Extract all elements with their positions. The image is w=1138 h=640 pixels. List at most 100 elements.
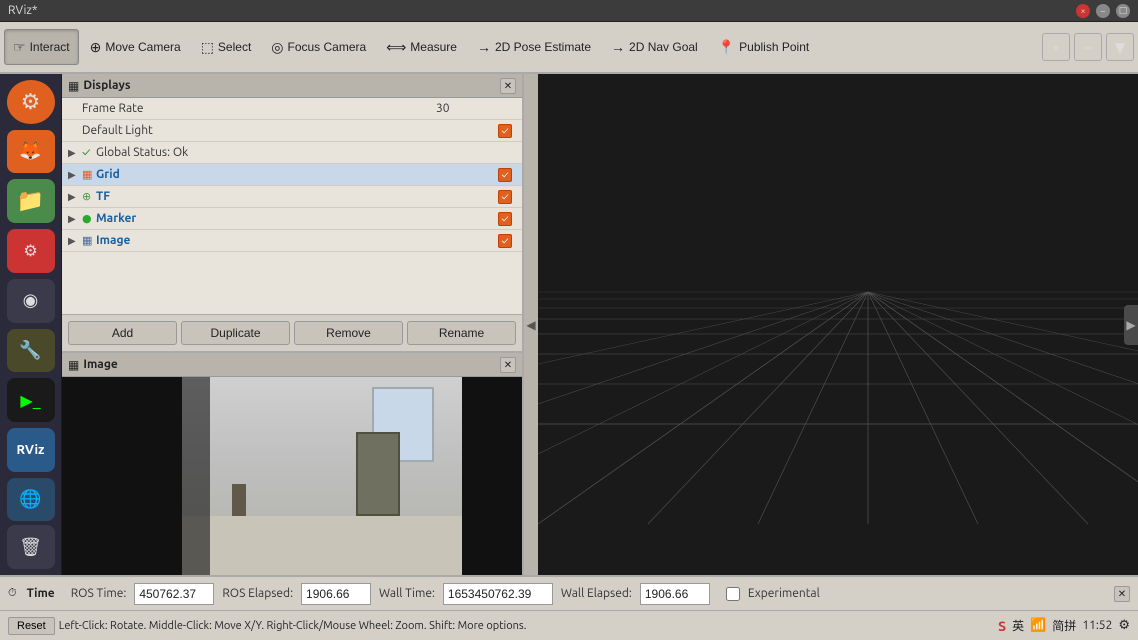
experimental-checkbox[interactable] <box>726 587 740 601</box>
wall-time-label: Wall Time: <box>379 587 435 600</box>
move-camera-button[interactable]: ⊕ Move Camera <box>81 29 190 65</box>
app-icon-chrome[interactable]: ◉ <box>7 279 55 323</box>
move-camera-label: Move Camera <box>105 40 180 54</box>
image-label: Image <box>96 234 498 247</box>
status-help-text: Left-Click: Rotate. Middle-Click: Move X… <box>59 620 994 632</box>
app-icon-files[interactable]: 📁 <box>7 179 55 223</box>
toolbar: ☞ Interact ⊕ Move Camera ⬚ Select ◎ Focu… <box>0 22 1138 74</box>
focus-camera-button[interactable]: ◎ Focus Camera <box>262 29 375 65</box>
displays-panel-header: ▦ Displays ✕ <box>62 74 522 98</box>
tray-icon-lang: 英 <box>1012 617 1024 634</box>
image-black-left <box>62 377 182 575</box>
display-item-tf[interactable]: ▶ ⊕ TF ✓ <box>62 186 522 208</box>
app-icon-tool[interactable]: 🔧 <box>7 329 55 373</box>
remove-button[interactable]: Remove <box>294 321 403 345</box>
displays-panel: ▦ Displays ✕ Frame Rate 30 Default Light… <box>62 74 522 353</box>
display-item-marker[interactable]: ▶ ● Marker ✓ <box>62 208 522 230</box>
app-icon-firefox[interactable]: 🦊 <box>7 130 55 174</box>
publish-point-button[interactable]: 📍 Publish Point <box>709 29 818 65</box>
tray-icon-chinese: 简拼 <box>1052 617 1076 634</box>
app-icon-system[interactable]: ⚙ <box>7 80 55 124</box>
ros-time-input[interactable] <box>134 583 214 605</box>
image-panel-close-button[interactable]: ✕ <box>500 357 516 373</box>
tf-icon: ⊕ <box>82 190 96 203</box>
main-layout: ⚙ 🦊 📁 ⚙ ◉ 🔧 ▶_ RViz 🌐 🗑 ▦ Displays ✕ Fra… <box>0 74 1138 575</box>
image-icon: ▦ <box>82 234 96 247</box>
pose-icon: → <box>477 39 491 55</box>
duplicate-button[interactable]: Duplicate <box>181 321 290 345</box>
globalstatus-checkmark: ✓ <box>82 146 96 159</box>
measure-button[interactable]: ⟺ Measure <box>377 29 466 65</box>
grid-icon: ▦ <box>82 168 96 181</box>
marker-label: Marker <box>96 212 498 225</box>
close-button[interactable]: × <box>1076 4 1090 18</box>
toolbar-right: + – ▼ <box>1042 33 1134 61</box>
experimental-label: Experimental <box>748 587 820 600</box>
tf-checkbox[interactable]: ✓ <box>498 190 512 204</box>
image-checkbox[interactable]: ✓ <box>498 234 512 248</box>
nav-goal-label: 2D Nav Goal <box>629 40 698 54</box>
wall-time-input[interactable] <box>443 583 553 605</box>
image-panel-header: ▦ Image ✕ <box>62 353 522 377</box>
image-black-right <box>472 377 522 575</box>
app-icon-terminal[interactable]: ▶_ <box>7 378 55 422</box>
select-button[interactable]: ⬚ Select <box>192 29 261 65</box>
display-item-framerate: Frame Rate 30 <box>62 98 522 120</box>
clock-display: 11:52 <box>1082 619 1112 632</box>
display-item-image[interactable]: ▶ ▦ Image ✓ <box>62 230 522 252</box>
tf-arrow[interactable]: ▶ <box>68 191 82 203</box>
image-room-view <box>182 377 462 575</box>
image-arrow[interactable]: ▶ <box>68 235 82 247</box>
interact-label: Interact <box>30 40 70 54</box>
focus-icon: ◎ <box>271 39 283 56</box>
app-icon-trash[interactable]: 🗑 <box>7 525 55 569</box>
viewport-right-handle[interactable]: ▶ <box>1124 305 1138 345</box>
tray-settings-icon[interactable]: ⚙ <box>1118 618 1130 633</box>
displays-content: Frame Rate 30 Default Light ✓ ▶ ✓ Global… <box>62 98 522 314</box>
marker-arrow[interactable]: ▶ <box>68 213 82 225</box>
app-sidebar: ⚙ 🦊 📁 ⚙ ◉ 🔧 ▶_ RViz 🌐 🗑 <box>0 74 62 575</box>
3d-viewport[interactable]: ▶ <box>538 74 1138 575</box>
grid-checkbox[interactable]: ✓ <box>498 168 512 182</box>
app-icon-settings[interactable]: ⚙ <box>7 229 55 273</box>
time-panel-title: Time <box>27 587 55 600</box>
remove-display-button[interactable]: – <box>1074 33 1102 61</box>
reset-button[interactable]: Reset <box>8 617 55 635</box>
room-image <box>182 377 462 575</box>
framerate-value: 30 <box>436 102 496 115</box>
interact-button[interactable]: ☞ Interact <box>4 29 79 65</box>
tray-icon-network: 📶 <box>1030 618 1046 633</box>
app-icon-globe[interactable]: 🌐 <box>7 478 55 522</box>
pose-estimate-button[interactable]: → 2D Pose Estimate <box>468 29 600 65</box>
app-icon-rviz[interactable]: RViz <box>7 428 55 472</box>
grid-label: Grid <box>96 168 498 181</box>
measure-icon: ⟺ <box>386 39 406 56</box>
marker-icon: ● <box>82 212 96 225</box>
viewport-left-handle[interactable]: ◀ <box>524 74 538 575</box>
time-panel-close-button[interactable]: ✕ <box>1114 586 1130 602</box>
select-icon: ⬚ <box>201 39 214 56</box>
displays-close-button[interactable]: ✕ <box>500 78 516 94</box>
room-floor-area <box>182 516 462 575</box>
ros-elapsed-input[interactable] <box>301 583 371 605</box>
marker-checkbox[interactable]: ✓ <box>498 212 512 226</box>
defaultlight-checkbox[interactable]: ✓ <box>498 124 512 138</box>
globalstatus-arrow[interactable]: ▶ <box>68 147 82 159</box>
minimize-button[interactable]: – <box>1096 4 1110 18</box>
display-item-grid[interactable]: ▶ ▦ Grid ✓ <box>62 164 522 186</box>
room-shadow-left <box>182 377 210 575</box>
wall-elapsed-label: Wall Elapsed: <box>561 587 632 600</box>
grid-arrow[interactable]: ▶ <box>68 169 82 181</box>
defaultlight-key: Default Light <box>82 124 498 137</box>
panel-buttons: Add Duplicate Remove Rename <box>62 314 522 351</box>
globalstatus-label: Global Status: Ok <box>96 146 516 159</box>
add-display-button[interactable]: + <box>1042 33 1070 61</box>
display-settings-button[interactable]: ▼ <box>1106 33 1134 61</box>
add-button[interactable]: Add <box>68 321 177 345</box>
hand-icon: ☞ <box>13 39 26 56</box>
rename-button[interactable]: Rename <box>407 321 516 345</box>
wall-elapsed-input[interactable] <box>640 583 710 605</box>
maximize-button[interactable]: □ <box>1116 4 1130 18</box>
ros-time-label: ROS Time: <box>71 587 127 600</box>
nav-goal-button[interactable]: → 2D Nav Goal <box>602 29 707 65</box>
